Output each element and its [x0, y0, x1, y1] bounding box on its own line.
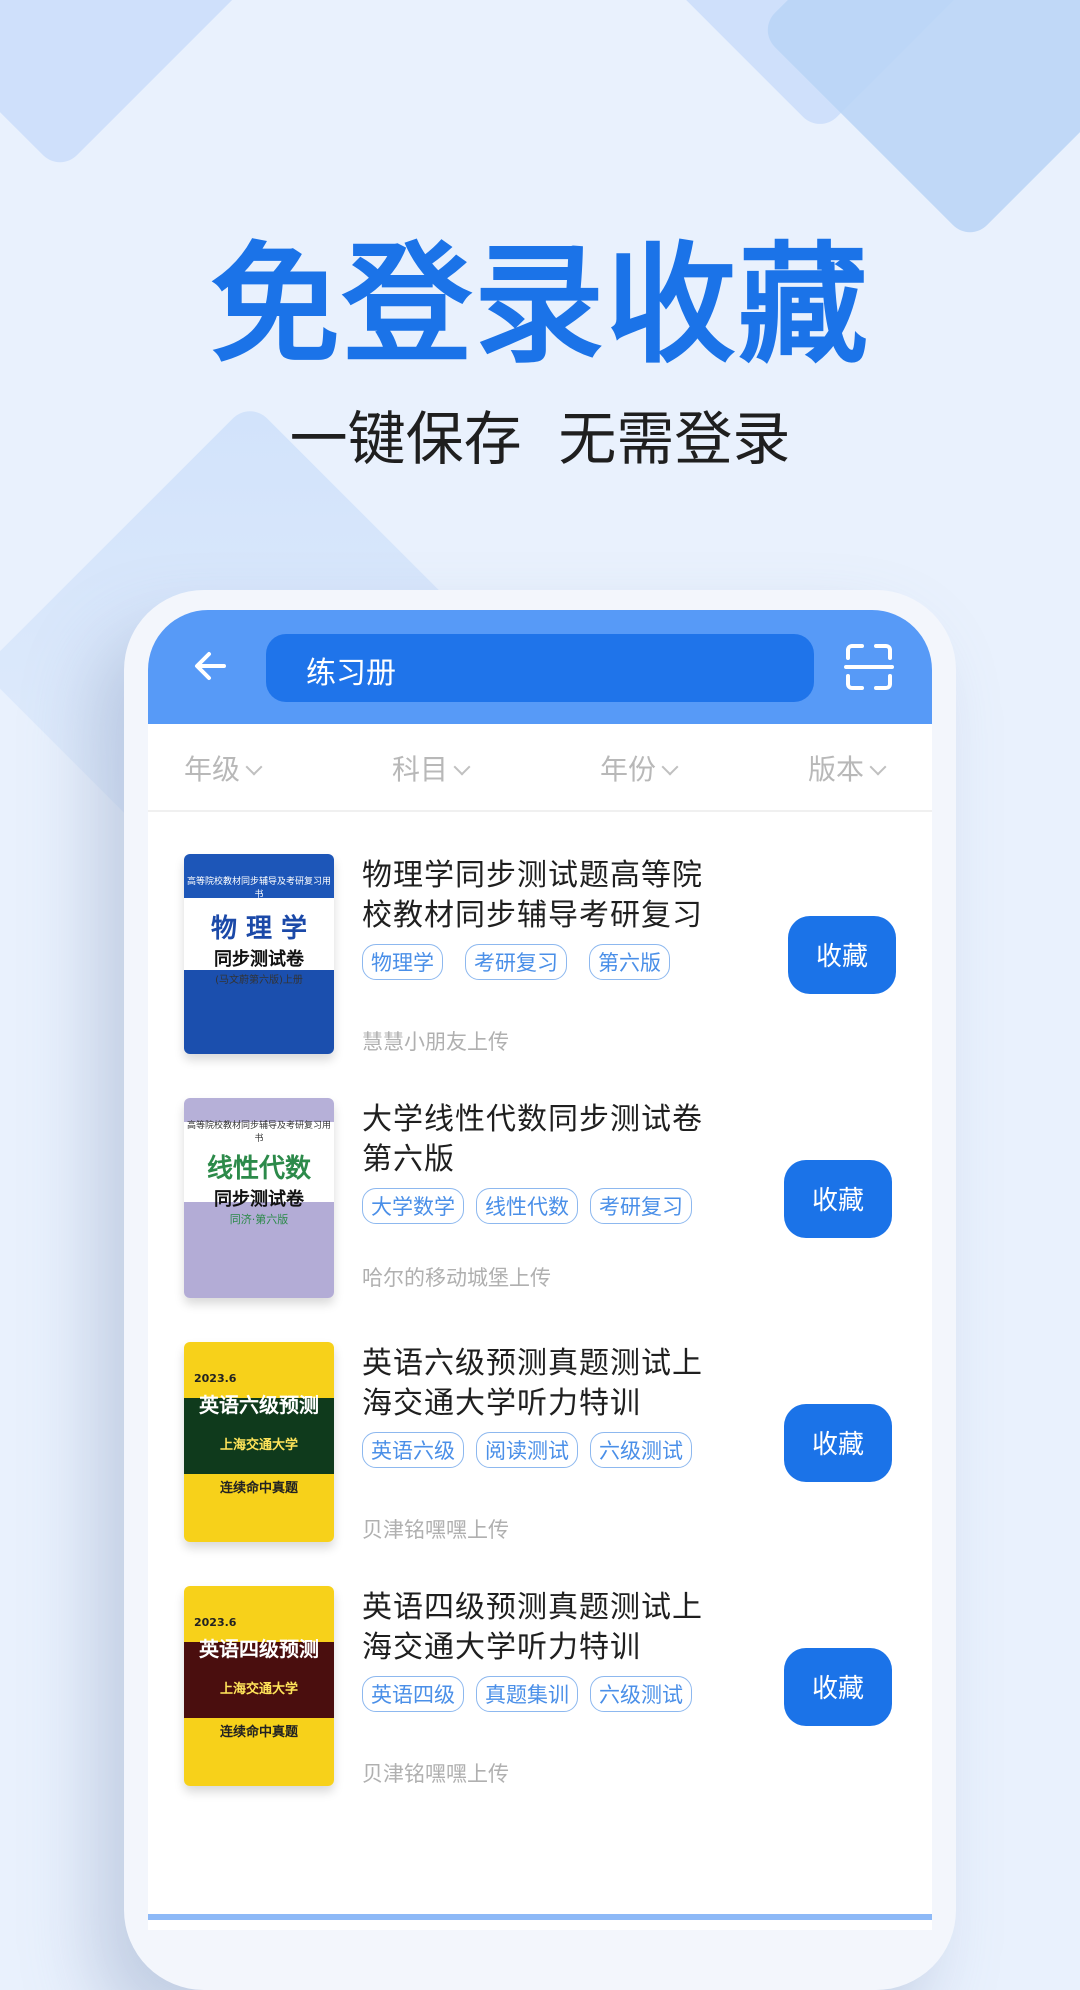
tag-list: 大学数学 线性代数 考研复习 — [362, 1188, 714, 1224]
cover-edition: 连续命中真题 — [219, 1481, 298, 1496]
cover-text: 高等院校教材同步辅导及考研复习用书 — [186, 1121, 331, 1144]
uploader: 贝津铭嘿嘿上传 — [362, 1518, 509, 1542]
filter-label: 科目 — [392, 753, 449, 786]
cover-title: 英语六级预测 — [199, 1393, 319, 1417]
tag[interactable]: 六级测试 — [590, 1432, 692, 1468]
list-item[interactable]: 2023.6 英语四级预测 上海交通大学 连续命中真题 英语四级预测真题测试上海… — [148, 1586, 932, 1806]
filter-year[interactable]: 年份 — [600, 748, 679, 788]
tag[interactable]: 英语四级 — [362, 1676, 464, 1712]
tag-list: 英语六级 阅读测试 六级测试 — [362, 1432, 714, 1468]
search-input[interactable]: 练习册 — [266, 634, 814, 702]
top-bar: 练习册 — [148, 610, 932, 724]
bottom-bar — [148, 1914, 932, 1920]
tag[interactable]: 真题集训 — [476, 1676, 578, 1712]
uploader: 贝津铭嘿嘿上传 — [362, 1762, 509, 1786]
uploader: 慧慧小朋友上传 — [362, 1030, 509, 1054]
favorite-button[interactable]: 收藏 — [784, 1160, 892, 1238]
filter-subject[interactable]: 科目 — [392, 748, 471, 788]
tag[interactable]: 考研复习 — [590, 1188, 692, 1224]
cover-edition: 同济·第六版 — [229, 1213, 289, 1226]
filter-bar: 年级 科目 年份 版本 — [148, 724, 932, 812]
cover-subtitle: 同步测试卷 — [214, 1189, 304, 1210]
list-item[interactable]: 2023.6 英语六级预测 上海交通大学 连续命中真题 英语六级预测真题测试上海… — [148, 1342, 932, 1562]
filter-label: 年份 — [600, 753, 657, 786]
filter-label: 年级 — [184, 753, 241, 786]
favorite-button[interactable]: 收藏 — [788, 916, 896, 994]
cover-subtitle: 上海交通大学 — [219, 1682, 298, 1697]
hero-title: 免登录收藏 — [209, 229, 870, 381]
cover-text: 2023.6 — [194, 1616, 237, 1629]
cover-title: 线性代数 — [206, 1154, 311, 1184]
filter-grade[interactable]: 年级 — [184, 748, 263, 788]
tag[interactable]: 物理学 — [362, 944, 443, 980]
list-item[interactable]: 高等院校教材同步辅导及考研复习用书 线性代数 同步测试卷 同济·第六版 大学线性… — [148, 1098, 932, 1318]
search-value: 练习册 — [306, 656, 396, 691]
item-title: 英语四级预测真题测试上海交通大学听力特训 — [362, 1590, 703, 1665]
tag-list: 物理学 考研复习 第六版 — [362, 944, 692, 980]
tag[interactable]: 英语六级 — [362, 1432, 464, 1468]
favorite-button[interactable]: 收藏 — [784, 1648, 892, 1726]
bg-decoration — [0, 0, 273, 173]
item-title: 物理学同步测试题高等院校教材同步辅导考研复习 — [362, 858, 703, 933]
chevron-down-icon — [869, 758, 887, 776]
scan-icon[interactable] — [844, 642, 894, 692]
favorite-button[interactable]: 收藏 — [784, 1404, 892, 1482]
cover-text: 2023.6 — [194, 1372, 237, 1385]
book-cover: 2023.6 英语四级预测 上海交通大学 连续命中真题 — [184, 1586, 334, 1786]
item-title: 英语六级预测真题测试上海交通大学听力特训 — [362, 1346, 703, 1421]
tag[interactable]: 第六版 — [589, 944, 670, 980]
list-item[interactable]: 高等院校教材同步辅导及考研复习用书 物 理 学 同步测试卷 (马文蔚第六版)上册… — [148, 854, 932, 1074]
tag[interactable]: 大学数学 — [362, 1188, 464, 1224]
chevron-down-icon — [245, 758, 263, 776]
filter-edition[interactable]: 版本 — [808, 748, 887, 788]
cover-edition: 连续命中真题 — [219, 1725, 298, 1740]
tag[interactable]: 六级测试 — [590, 1676, 692, 1712]
book-cover: 高等院校教材同步辅导及考研复习用书 线性代数 同步测试卷 同济·第六版 — [184, 1098, 334, 1298]
cover-subtitle: 同步测试卷 — [214, 949, 304, 970]
phone-screen: 练习册 年级 科目 年份 版本 高等院校教材同步辅导及考研复习用书 物 理 学 … — [148, 610, 932, 1930]
cover-subtitle: 上海交通大学 — [219, 1438, 298, 1453]
chevron-down-icon — [661, 758, 679, 776]
arrow-left-icon[interactable] — [190, 646, 230, 686]
cover-title: 英语四级预测 — [199, 1637, 319, 1661]
tag[interactable]: 线性代数 — [476, 1188, 578, 1224]
book-cover: 高等院校教材同步辅导及考研复习用书 物 理 学 同步测试卷 (马文蔚第六版)上册 — [184, 854, 334, 1054]
tag-list: 英语四级 真题集训 六级测试 — [362, 1676, 714, 1712]
chevron-down-icon — [453, 758, 471, 776]
cover-edition: (马文蔚第六版)上册 — [215, 975, 303, 986]
cover-text: 高等院校教材同步辅导及考研复习用书 — [186, 877, 331, 900]
tag[interactable]: 考研复习 — [465, 944, 567, 980]
cover-title: 物 理 学 — [210, 914, 308, 944]
filter-label: 版本 — [808, 753, 865, 786]
tag[interactable]: 阅读测试 — [476, 1432, 578, 1468]
book-cover: 2023.6 英语六级预测 上海交通大学 连续命中真题 — [184, 1342, 334, 1542]
item-title: 大学线性代数同步测试卷第六版 — [362, 1102, 703, 1177]
uploader: 哈尔的移动城堡上传 — [362, 1266, 551, 1290]
hero-subtitle: 一键保存 无需登录 — [289, 405, 791, 473]
